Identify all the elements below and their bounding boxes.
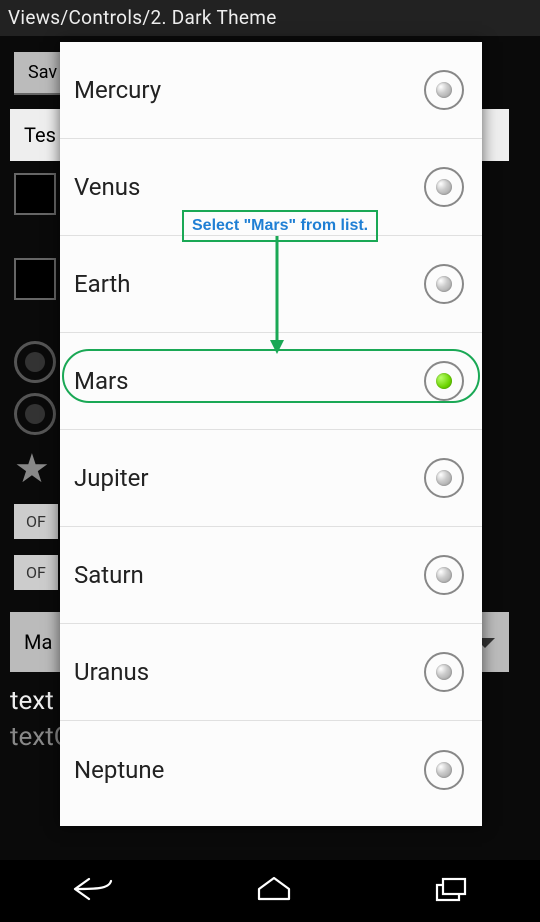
radio-dot-icon <box>436 567 452 583</box>
toggle-off-2[interactable]: OF <box>14 555 58 590</box>
system-nav-bar <box>0 860 540 922</box>
list-item-label: Saturn <box>74 561 144 589</box>
radio-button[interactable] <box>424 361 464 401</box>
list-item-label: Mercury <box>74 76 161 104</box>
radio-button[interactable] <box>424 70 464 110</box>
radio-dot-icon <box>436 276 452 292</box>
checkbox-bg-1[interactable] <box>14 173 56 215</box>
radio-button[interactable] <box>424 750 464 790</box>
annotation-arrow-icon <box>269 236 289 358</box>
radio-button[interactable] <box>424 652 464 692</box>
radio-dot-icon <box>436 664 452 680</box>
checkbox-bg-2[interactable] <box>14 258 56 300</box>
list-item[interactable]: Saturn <box>60 527 482 624</box>
radio-dot-selected-icon <box>436 373 452 389</box>
list-item-label: Jupiter <box>74 464 149 492</box>
radio-bg-2[interactable] <box>14 393 56 435</box>
list-item-label: Uranus <box>74 658 149 686</box>
list-item[interactable]: Mercury <box>60 42 482 139</box>
back-icon[interactable] <box>69 875 117 907</box>
radio-button[interactable] <box>424 555 464 595</box>
list-item[interactable]: Uranus <box>60 624 482 721</box>
activity-title-bar: Views/Controls/2. Dark Theme <box>0 0 540 36</box>
list-item-label: Mars <box>74 367 129 395</box>
annotation-text: Select "Mars" from list. <box>192 217 368 234</box>
recent-apps-icon[interactable] <box>431 875 471 907</box>
radio-button[interactable] <box>424 167 464 207</box>
list-item-label: Venus <box>74 173 140 201</box>
radio-dot-icon <box>436 470 452 486</box>
list-item-label: Neptune <box>74 756 164 784</box>
list-item[interactable]: Neptune <box>60 721 482 818</box>
toggle-off-1[interactable]: OF <box>14 504 58 539</box>
annotation-label-box: Select "Mars" from list. <box>182 210 378 242</box>
list-item-label: Earth <box>74 270 130 298</box>
radio-dot-icon <box>436 762 452 778</box>
radio-button[interactable] <box>424 458 464 498</box>
selection-dialog: Mercury Venus Earth Mars Jupiter Saturn Uranus… <box>60 42 482 826</box>
radio-dot-icon <box>436 82 452 98</box>
radio-button[interactable] <box>424 264 464 304</box>
home-icon[interactable] <box>254 875 294 907</box>
radio-bg-1[interactable] <box>14 341 56 383</box>
list-item[interactable]: Jupiter <box>60 430 482 527</box>
radio-dot-icon <box>436 179 452 195</box>
activity-title: Views/Controls/2. Dark Theme <box>8 6 277 29</box>
